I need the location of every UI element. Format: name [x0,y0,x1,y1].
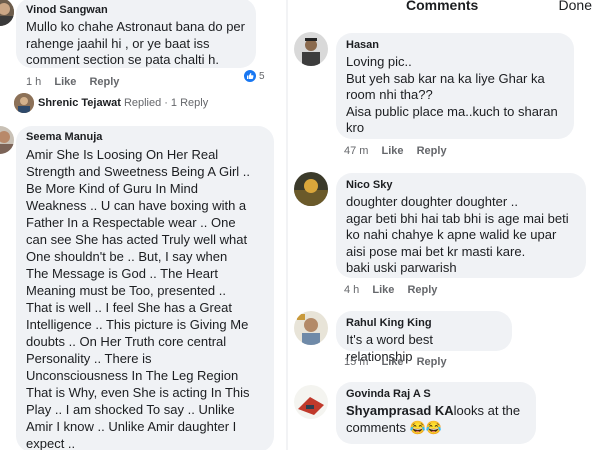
avatar[interactable] [294,32,328,66]
comment-author[interactable]: Govinda Raj A S [346,388,526,400]
avatar[interactable] [294,172,328,206]
reply-count[interactable]: 1 Reply [171,97,208,109]
avatar[interactable] [0,0,14,26]
comment-actions: 1 h Like Reply [26,76,129,88]
avatar-image [0,126,14,154]
comment-author[interactable]: Nico Sky [346,179,576,191]
comment-actions: 47 m Like Reply [344,145,457,157]
laughing-emoji-icon: 😂😂 [409,419,442,435]
comment-text: Shyamprasad KAlooks at the comments 😂😂 [346,403,526,436]
comment-bubble: Vinod Sangwan Mullo ko chahe Astronaut b… [16,0,256,68]
comment-author[interactable]: Seema Manuja [26,131,264,143]
comment-text: Amir She Is Loosing On Her Real Strength… [26,147,251,450]
comments-header: Comments Done [288,0,600,18]
avatar[interactable] [0,126,14,154]
avatar-image [294,32,328,66]
reply-button[interactable]: Reply [417,145,447,157]
comment-author[interactable]: Vinod Sangwan [26,4,246,16]
comment-actions: 4 h Like Reply [344,284,447,296]
avatar [14,93,34,113]
comment-bubble: Hasan Loving pic.. But yeh sab kar na ka… [336,33,574,139]
page-title: Comments [406,0,479,13]
comment-author[interactable]: Hasan [346,39,564,51]
done-button[interactable]: Done [559,0,592,13]
comment-bubble: Seema Manuja Amir She Is Loosing On Her … [16,126,274,450]
like-icon [243,69,257,83]
comment-time: 47 m [344,145,369,157]
comment-bubble: Govinda Raj A S Shyamprasad KAlooks at t… [336,382,536,444]
reaction-number: 5 [259,70,265,82]
avatar[interactable] [294,311,328,345]
comment-time: 4 h [344,284,360,296]
like-button[interactable]: Like [382,145,404,157]
avatar-image [294,385,328,419]
like-button[interactable]: Like [54,76,76,88]
comment-author[interactable]: Rahul King King [346,317,502,329]
reply-button[interactable]: Reply [89,76,119,88]
reply-author[interactable]: Shrenic Tejawat [38,97,121,109]
right-comments-panel: Comments Done Hasan Loving pic.. But yeh… [288,0,600,450]
like-button[interactable]: Like [372,284,394,296]
avatar-image [294,311,328,345]
avatar-image [0,0,14,26]
reply-summary[interactable]: Shrenic Tejawat Replied · 1 Reply [14,93,208,113]
comment-time: 15 m [344,356,369,368]
comment-bubble: Rahul King King It's a word best relatio… [336,311,512,364]
comment-text: doughter doughter doughter .. agar beti … [346,194,569,275]
reply-button[interactable]: Reply [407,284,437,296]
left-comments-panel: Vinod Sangwan Mullo ko chahe Astronaut b… [0,0,286,450]
comment-text: Loving pic.. But yeh sab kar na ka liye … [346,54,558,135]
replied-label: Replied [123,97,162,109]
comment-time: 1 h [26,76,42,88]
comment-text: Mullo ko chahe Astronaut bana do per rah… [26,19,245,67]
mention-link[interactable]: Shyamprasad KA [346,403,454,418]
comment-bubble: Nico Sky doughter doughter doughter .. a… [336,173,586,278]
reaction-count[interactable]: 5 [243,69,265,83]
comment-actions: 15 m Like Reply [344,356,457,368]
avatar[interactable] [294,385,328,419]
avatar-image [294,172,328,206]
reply-button[interactable]: Reply [417,356,447,368]
like-button[interactable]: Like [382,356,404,368]
separator: · [164,97,168,109]
